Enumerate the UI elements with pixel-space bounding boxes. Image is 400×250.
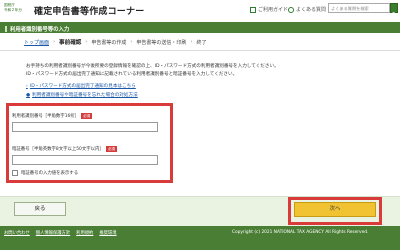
page-heading-bar: 利用者識別番号等の入力 [0,22,400,33]
breadcrumb-separator: › [130,39,133,45]
breadcrumb-step: 終了 [196,39,207,46]
intro-line-2: ID・パスワード方式の届出完了通知に記載されている利用者識別番号と暗証番号を入力… [26,72,238,77]
password-label-text: 暗証番号［半角英数字8文字以上50文字以内］ [12,147,104,152]
chevron-right-icon: › [26,83,28,89]
faq-link[interactable]: よくある質問 [288,6,326,13]
intro-line-1: お手持ちの利用者識別番号が今後所要の登録情報を確認の上、ID・パスワード方式の利… [26,64,279,69]
copyright-text: Copyright (c) 2021 NATIONAL TAX AGENCY A… [232,230,369,235]
app-title: 確定申告書等作成コーナー [34,7,145,17]
footer-link-terms[interactable]: 利用規約 [76,230,93,236]
user-id-label-text: 利用者識別番号［半角数字16桁］ [12,114,80,119]
guide-link-label: ご利用ガイド [258,7,289,13]
breadcrumb-step: 申告書等の送信・印刷 [136,39,187,46]
guide-icon [250,6,256,13]
page-heading: 利用者識別番号等の入力 [10,26,70,33]
breadcrumb-top-link[interactable]: トップ画面 [24,39,49,46]
breadcrumb-separator: › [190,39,193,45]
top-header: 国税庁 令和２年分 確定申告書等作成コーナー ご利用ガイド よくある質問 よくあ… [0,0,400,22]
footer-links: お問い合わせ 個人情報保護方針 利用規約 推奨環境 [4,230,117,236]
logo-line-2: 令和２年分 [4,8,22,12]
required-badge: 必須 [81,113,93,119]
guide-link[interactable]: ご利用ガイド [250,6,288,13]
back-button[interactable]: 戻る [14,202,66,216]
heading-marker [5,25,7,32]
sample-notice-link-label: ID・パスワード方式の届出完了通知の見本はこちら [29,84,136,89]
info-icon: ● [26,92,31,98]
breadcrumb-separator: › [85,39,88,45]
user-id-label: 利用者識別番号［半角数字16桁］ 必須 [12,113,93,119]
breadcrumb-step-current: 事前確認 [59,40,82,46]
required-badge: 必須 [105,146,117,152]
search-icon [391,12,397,18]
show-password-label: 暗証番号の入力値を表示する [21,171,79,176]
user-id-input[interactable] [12,122,158,132]
breadcrumb: トップ画面 › 事前確認 › 申告書等の作成 › 申告書等の送信・印刷 › 終了 [0,33,400,51]
breadcrumb-separator: › [53,39,56,45]
search-placeholder: よくある質問を検索 [331,6,369,11]
password-input[interactable] [12,155,158,165]
question-icon [288,6,294,13]
footer: お問い合わせ 個人情報保護方針 利用規約 推奨環境 Copyright (c) … [0,226,400,250]
search-button[interactable] [390,3,398,18]
footer-link-privacy[interactable]: 個人情報保護方針 [36,230,70,236]
faq-link-label: よくある質問 [296,7,327,13]
footer-link-contact[interactable]: お問い合わせ [4,230,30,236]
show-password-checkbox[interactable] [12,170,18,176]
faq-search-input[interactable]: よくある質問を検索 [328,3,390,13]
show-password-toggle[interactable]: 暗証番号の入力値を表示する [12,170,78,176]
next-button[interactable]: 次へ [294,202,376,217]
footer-link-environment[interactable]: 推奨環境 [99,230,116,236]
password-label: 暗証番号［半角英数字8文字以上50文字以内］ 必須 [12,146,117,152]
intro-text: お手持ちの利用者識別番号が今後所要の登録情報を確認の上、ID・パスワード方式の利… [26,63,376,79]
sample-notice-link[interactable]: › ID・パスワード方式の届出完了通知の見本はこちら [26,83,136,90]
breadcrumb-step: 申告書等の作成 [91,39,127,46]
nta-logo[interactable]: 国税庁 令和２年分 [4,3,30,13]
forgot-credentials-link-label: 利用者識別番号や暗証番号を忘れた場合の対処方法 [32,93,138,98]
forgot-credentials-link[interactable]: ● 利用者識別番号や暗証番号を忘れた場合の対処方法 [26,92,138,99]
